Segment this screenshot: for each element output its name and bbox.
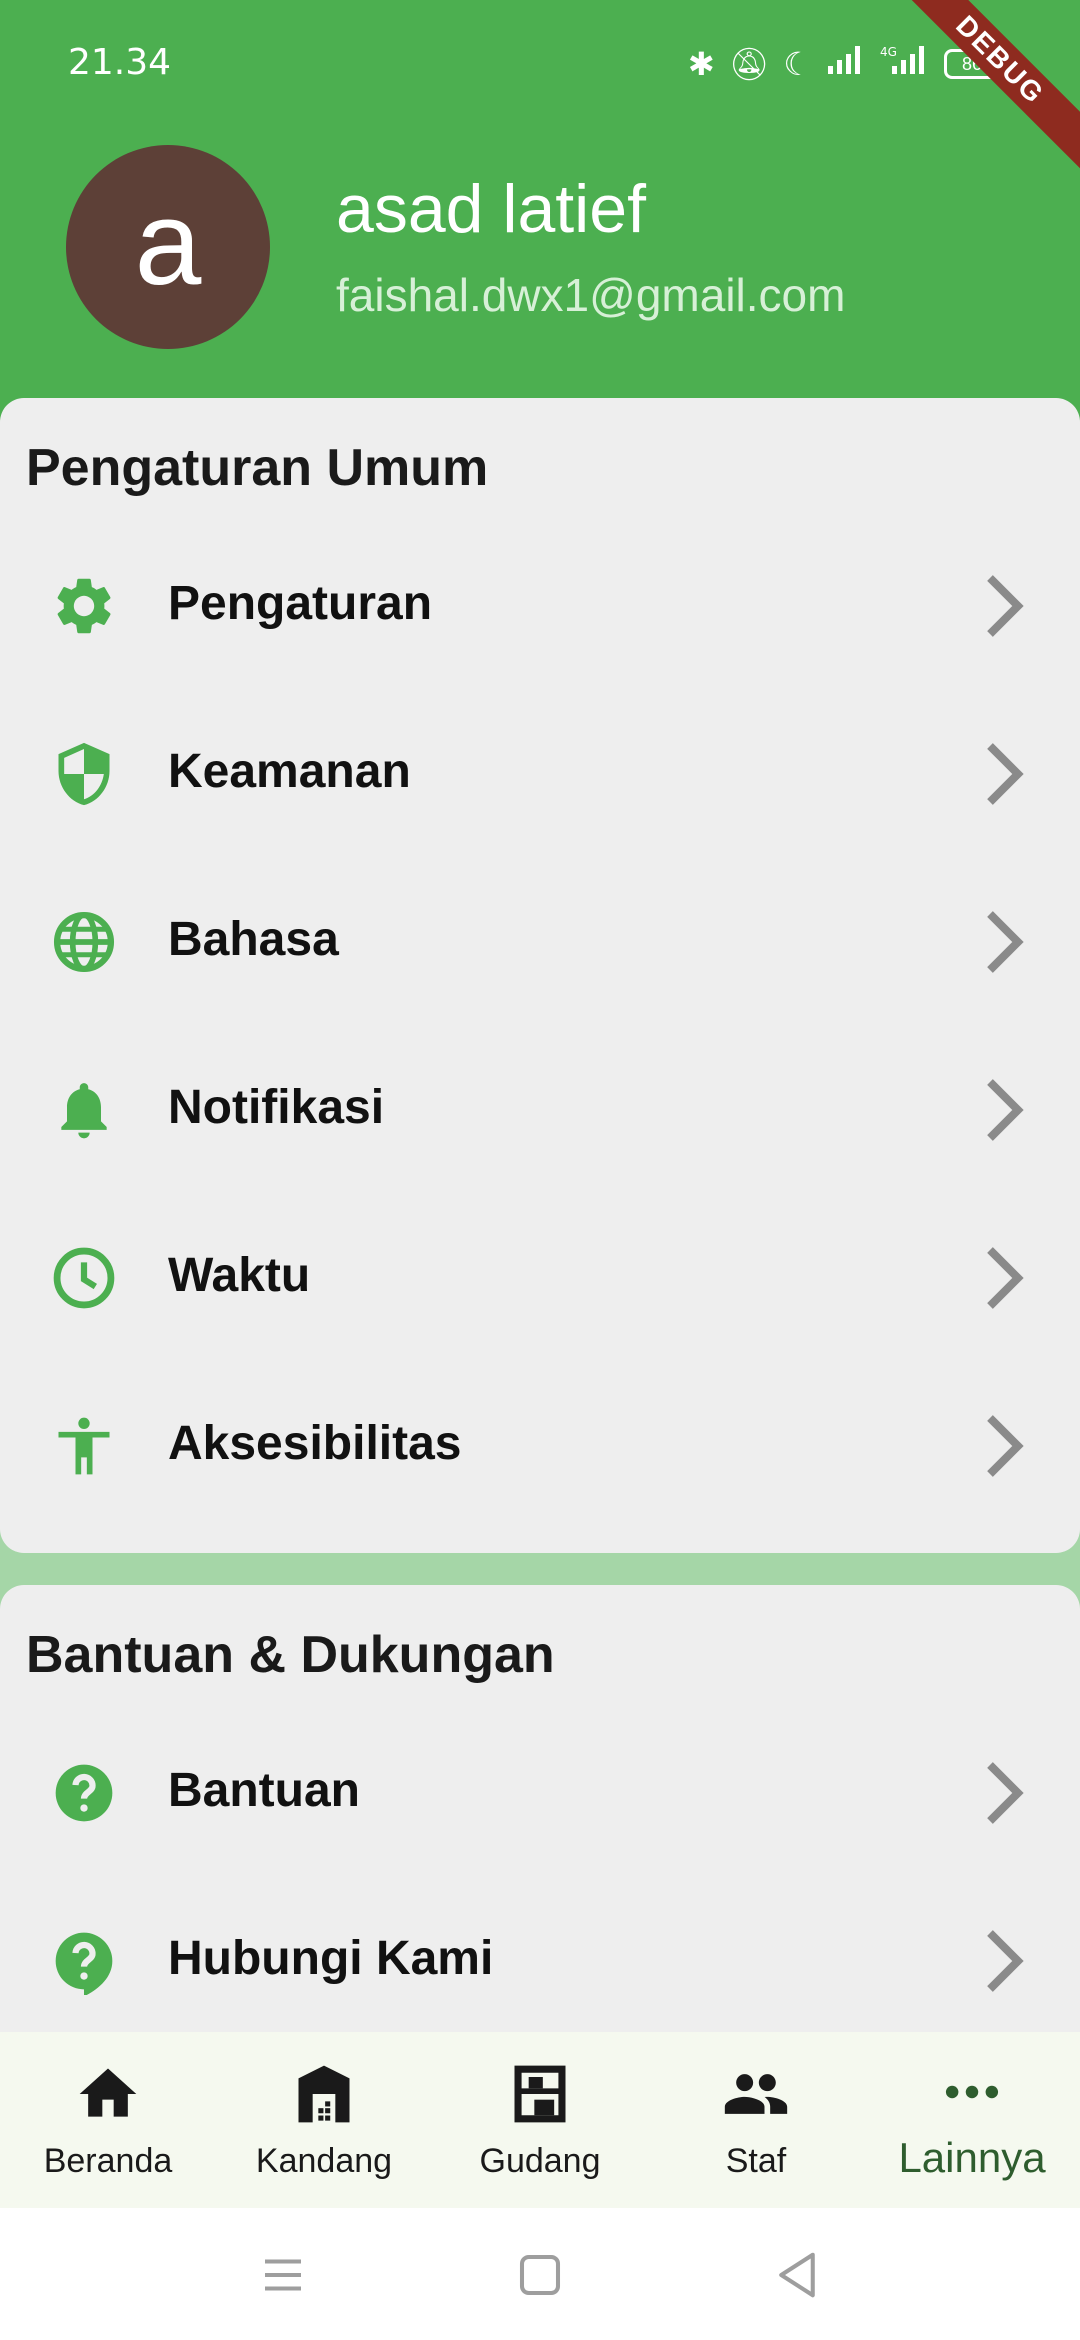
chevron-right-icon bbox=[987, 1079, 1024, 1141]
menu-item-keamanan[interactable]: Keamanan bbox=[0, 690, 1080, 858]
nav-item-kandang[interactable]: Kandang bbox=[216, 2032, 432, 2208]
menu-label: Keamanan bbox=[168, 745, 411, 798]
back-icon[interactable] bbox=[770, 2248, 824, 2302]
avatar[interactable]: a bbox=[66, 145, 270, 349]
shelf-icon bbox=[514, 2065, 566, 2122]
bottom-navigation: Beranda Kandang Gudang Staf Lainnya bbox=[0, 2032, 1080, 2208]
menu-label: Bahasa bbox=[168, 913, 339, 966]
nav-label: Kandang bbox=[255, 2141, 393, 2180]
shield-icon bbox=[58, 742, 110, 806]
gear-icon bbox=[57, 578, 111, 634]
user-name: asad latief bbox=[336, 171, 646, 247]
bluetooth-icon: ✱ bbox=[687, 46, 715, 82]
menu-item-aksesibilitas[interactable]: Aksesibilitas bbox=[0, 1362, 1080, 1530]
nav-item-staf[interactable]: Staf bbox=[648, 2032, 864, 2208]
mute-icon: 🔕︎ bbox=[728, 46, 770, 82]
nav-label: Lainnya bbox=[898, 2134, 1046, 2181]
menu-item-notifikasi[interactable]: Notifikasi bbox=[0, 1026, 1080, 1194]
system-navigation-bar bbox=[0, 2208, 1080, 2340]
section-title: Pengaturan Umum bbox=[26, 439, 489, 497]
menu-item-bantuan[interactable]: Bantuan bbox=[0, 1709, 1080, 1877]
menu-label: Waktu bbox=[168, 1249, 311, 1302]
menu-item-pengaturan[interactable]: Pengaturan bbox=[0, 522, 1080, 690]
status-time: 21.34 bbox=[68, 42, 172, 83]
chevron-right-icon bbox=[987, 575, 1024, 637]
chevron-right-icon bbox=[987, 911, 1024, 973]
chevron-right-icon bbox=[987, 1415, 1024, 1477]
menu-item-bahasa[interactable]: Bahasa bbox=[0, 858, 1080, 1026]
profile-header: 21.34 ✱ 🔕︎ ☾ 4G 86 DEBUG a asad latief f… bbox=[0, 0, 1080, 420]
chevron-right-icon bbox=[987, 1247, 1024, 1309]
user-email: faishal.dwx1@gmail.com bbox=[336, 269, 846, 321]
menu-item-hubungi-kami[interactable]: Hubungi Kami bbox=[0, 1877, 1080, 2045]
nav-label: Staf bbox=[725, 2141, 787, 2180]
menu-label: Notifikasi bbox=[168, 1081, 385, 1134]
menu-label: Hubungi Kami bbox=[168, 1932, 494, 1985]
nav-item-gudang[interactable]: Gudang bbox=[432, 2032, 648, 2208]
more-icon bbox=[945, 2085, 999, 2099]
menu-label: Bantuan bbox=[168, 1764, 360, 1817]
home-square-icon[interactable] bbox=[513, 2248, 567, 2302]
chevron-right-icon bbox=[987, 1762, 1024, 1824]
chevron-right-icon bbox=[987, 743, 1024, 805]
clock-icon bbox=[53, 1247, 115, 1309]
nav-label: Gudang bbox=[479, 2141, 601, 2180]
globe-icon bbox=[53, 911, 115, 973]
section-title: Bantuan & Dukungan bbox=[26, 1626, 555, 1684]
nav-item-lainnya[interactable]: Lainnya bbox=[864, 2032, 1080, 2208]
menu-item-waktu[interactable]: Waktu bbox=[0, 1194, 1080, 1362]
nav-item-beranda[interactable]: Beranda bbox=[0, 2032, 216, 2208]
nav-label: Beranda bbox=[43, 2141, 173, 2180]
contact-help-icon bbox=[55, 1932, 113, 1995]
status-icons: ✱ 🔕︎ ☾ 4G 86 bbox=[688, 44, 1000, 84]
people-icon bbox=[724, 2073, 788, 2114]
accessibility-icon bbox=[58, 1417, 110, 1475]
menu-label: Aksesibilitas bbox=[168, 1417, 462, 1470]
moon-icon: ☾ bbox=[783, 46, 812, 82]
barn-icon bbox=[298, 2065, 350, 2122]
signal-icon bbox=[826, 44, 866, 84]
menu-icon[interactable] bbox=[256, 2248, 310, 2302]
bell-icon bbox=[61, 1083, 107, 1139]
menu-label: Pengaturan bbox=[168, 577, 433, 630]
signal-4g-icon: 4G bbox=[880, 44, 930, 84]
chevron-right-icon bbox=[987, 1930, 1024, 1992]
help-icon bbox=[55, 1764, 113, 1822]
home-icon bbox=[79, 2068, 137, 2117]
svg-text:4G: 4G bbox=[880, 45, 897, 59]
status-bar: 21.34 ✱ 🔕︎ ☾ 4G 86 bbox=[0, 0, 1080, 130]
general-settings-card: Pengaturan Umum Pengaturan Keamanan Baha… bbox=[0, 398, 1080, 1553]
